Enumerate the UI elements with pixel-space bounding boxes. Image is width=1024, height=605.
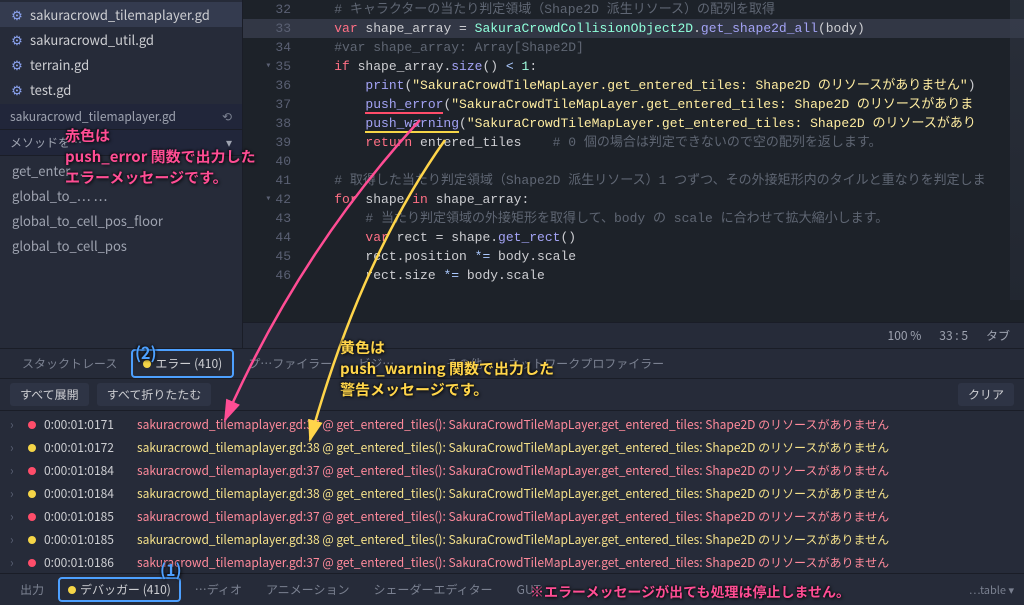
debugger-tabs: スタックトレースエラー (410)プ…ファイラービジ… その他ネットワークプロファ… [0,349,1024,379]
error-row[interactable]: › 0:00:01:0184 sakuracrowd_tilemaplayer.gd… [0,482,1024,505]
collapse-all-button[interactable]: すべて折りたたむ [97,383,212,406]
gear-icon: ⚙ [10,58,24,72]
code-line[interactable]: 43 # 当たり判定領域の外接矩形を取得して、body の scale に合わせ… [243,209,1024,228]
version-selector[interactable]: …table ▾ [969,582,1014,598]
error-message: sakuracrowd_tilemaplayer.gd:37 @ get_ent… [137,554,1014,571]
code-line[interactable]: 45 rect.position *= body.scale [243,247,1024,266]
debugger-tab[interactable]: エラー (410) [131,349,234,378]
code-line[interactable]: 33 var shape_array = SakuraCrowdCollisio… [243,19,1024,38]
error-row[interactable]: › 0:00:01:0185 sakuracrowd_tilemaplayer.gd… [0,505,1024,528]
error-timestamp: 0:00:01:0185 [44,508,129,525]
error-severity-icon [28,559,36,567]
gear-icon: ⚙ [10,33,24,47]
error-timestamp: 0:00:01:0184 [44,485,129,502]
error-severity-icon [28,513,36,521]
output-tab[interactable]: …ディオ [185,577,252,602]
expand-all-button[interactable]: すべて展開 [10,383,89,406]
minimap[interactable] [1010,0,1024,300]
error-message: sakuracrowd_tilemaplayer.gd:38 @ get_ent… [137,439,1014,456]
script-breadcrumb[interactable]: sakuracrowd_tilemaplayer.gd ⟲ [0,104,242,129]
error-severity-icon [28,490,36,498]
chevron-right-icon[interactable]: › [10,439,20,456]
output-tab[interactable]: シェーダーエディター [364,577,503,602]
code-editor[interactable]: 32 # キャラクターの当たり判定領域（Shape2D 派生リソース）の配列を取… [243,0,1024,348]
chevron-right-icon[interactable]: › [10,416,20,433]
error-message: sakuracrowd_tilemaplayer.gd:38 @ get_ent… [137,531,1014,548]
chevron-right-icon[interactable]: › [10,462,20,479]
script-file-list: ⚙sakuracrowd_tilemaplayer.gd⚙sakuracrowd… [0,0,242,104]
error-message: sakuracrowd_tilemaplayer.gd:38 @ get_ent… [137,485,1014,502]
editor-status-bar: 100 % 33 : 5 タブ [243,322,1024,348]
file-sidebar: ⚙sakuracrowd_tilemaplayer.gd⚙sakuracrowd… [0,0,243,348]
indent-type[interactable]: タブ [986,327,1010,344]
method-filter[interactable]: メソッドを… ▾ [0,129,242,156]
error-timestamp: 0:00:01:0171 [44,416,129,433]
output-tabs: 出力デバッガー (410)…ディオアニメーションシェーダーエディターGUT …ta… [0,573,1024,605]
code-line[interactable]: 46 rect.size *= body.scale [243,266,1024,285]
method-item[interactable]: get_enter… [0,158,242,183]
method-item[interactable]: global_to_cell_pos_floor [0,208,242,233]
error-severity-icon [28,536,36,544]
error-severity-icon [28,421,36,429]
code-line[interactable]: 36 print("SakuraCrowdTileMapLayer.get_en… [243,76,1024,95]
chevron-right-icon[interactable]: › [10,508,20,525]
debugger-tab[interactable]: ネットワークプロファイラー [496,349,676,378]
code-line[interactable]: 41 # 取得した当たり判定領域（Shape2D 派生リソース）1 つずつ、その… [243,171,1024,190]
error-row[interactable]: › 0:00:01:0184 sakuracrowd_tilemaplayer.gd… [0,459,1024,482]
gear-icon: ⚙ [10,8,24,22]
script-file-item[interactable]: ⚙sakuracrowd_util.gd [0,27,242,52]
error-row[interactable]: › 0:00:01:0171 sakuracrowd_tilemaplayer.gd… [0,413,1024,436]
error-row[interactable]: › 0:00:01:0185 sakuracrowd_tilemaplayer.gd… [0,528,1024,551]
method-item[interactable]: global_to_cell_pos [0,233,242,258]
error-timestamp: 0:00:01:0186 [44,554,129,571]
code-line[interactable]: ▾42 for shape in shape_array: [243,190,1024,209]
error-row[interactable]: › 0:00:01:0186 sakuracrowd_tilemaplayer.gd… [0,551,1024,573]
debugger-tab[interactable] [408,358,432,370]
error-timestamp: 0:00:01:0185 [44,531,129,548]
code-line[interactable]: 38 push_warning("SakuraCrowdTileMapLayer… [243,114,1024,133]
debugger-tab[interactable]: プ…ファイラー [236,349,344,378]
chevron-right-icon[interactable]: › [10,485,20,502]
error-row[interactable]: › 0:00:01:0172 sakuracrowd_tilemaplayer.gd… [0,436,1024,459]
error-timestamp: 0:00:01:0184 [44,462,129,479]
chevron-right-icon[interactable]: › [10,554,20,571]
output-tab[interactable]: GUT [507,577,551,602]
code-line[interactable]: 32 # キャラクターの当たり判定領域（Shape2D 派生リソース）の配列を取… [243,0,1024,19]
filter-icon[interactable]: ▾ [226,134,232,151]
code-line[interactable]: ▾35 if shape_array.size() < 1: [243,57,1024,76]
code-line[interactable]: 34 #var shape_array: Array[Shape2D] [243,38,1024,57]
output-tab[interactable]: アニメーション [256,577,360,602]
debugger-tab[interactable]: ビジ… [346,349,406,378]
output-tab[interactable]: 出力 [10,577,54,602]
code-line[interactable]: 44 var rect = shape.get_rect() [243,228,1024,247]
error-severity-icon [28,467,36,475]
gear-icon: ⚙ [10,83,24,97]
script-file-item[interactable]: ⚙sakuracrowd_tilemaplayer.gd [0,2,242,27]
zoom-level[interactable]: 100 % [888,327,922,344]
debugger-panel: スタックトレースエラー (410)プ…ファイラービジ… その他ネットワークプロファ… [0,348,1024,605]
chevron-right-icon[interactable]: › [10,531,20,548]
error-message: sakuracrowd_tilemaplayer.gd:37 @ get_ent… [137,416,1014,433]
code-line[interactable]: 37 push_error("SakuraCrowdTileMapLayer.g… [243,95,1024,114]
code-line[interactable]: 39 return entered_tiles # 0 個の場合は判定できないの… [243,133,1024,152]
error-message: sakuracrowd_tilemaplayer.gd:37 @ get_ent… [137,508,1014,525]
debugger-tab[interactable]: スタックトレース [10,349,129,378]
script-file-item[interactable]: ⚙terrain.gd [0,52,242,77]
method-list: get_enter…global_to_… …global_to_cell_po… [0,156,242,260]
error-timestamp: 0:00:01:0172 [44,439,129,456]
script-file-item[interactable]: ⚙test.gd [0,77,242,102]
output-tab[interactable]: デバッガー (410) [58,577,181,602]
method-item[interactable]: global_to_… … [0,183,242,208]
cursor-position[interactable]: 33 : 5 [939,327,968,344]
history-icon[interactable]: ⟲ [222,108,232,125]
code-line[interactable]: 40 [243,152,1024,171]
debugger-tab[interactable]: その他 [434,349,494,378]
error-list[interactable]: › 0:00:01:0171 sakuracrowd_tilemaplayer.gd… [0,411,1024,573]
error-message: sakuracrowd_tilemaplayer.gd:37 @ get_ent… [137,462,1014,479]
error-toolbar: すべて展開 すべて折りたたむ クリア [0,379,1024,411]
clear-button[interactable]: クリア [958,383,1014,406]
error-severity-icon [28,444,36,452]
